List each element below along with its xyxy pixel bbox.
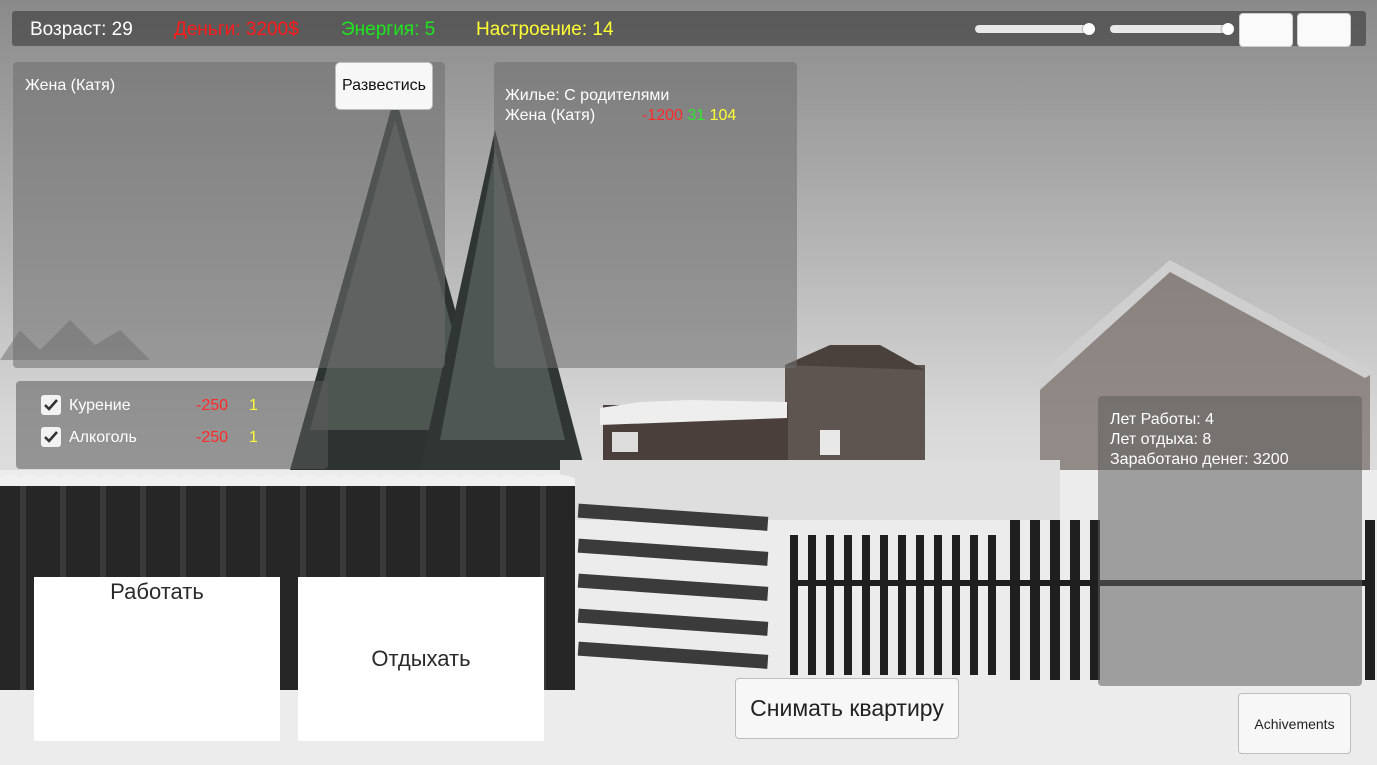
habits-panel: Курение -250 1 Алкоголь -250 1: [16, 381, 328, 469]
slider-knob[interactable]: [1222, 23, 1234, 35]
age-stat: Возраст: 29: [30, 19, 133, 40]
check-icon: [44, 431, 58, 443]
rest-button[interactable]: Отдыхать: [298, 577, 544, 741]
spouse-energy: 31: [687, 107, 706, 124]
relationship-panel: Жена (Катя) Развестись: [13, 62, 445, 368]
habit-mood: 1: [249, 429, 258, 446]
rest-years: Лет отдыха: 8: [1110, 431, 1212, 448]
check-icon: [44, 399, 58, 411]
spouse-expense-values: -1200 31 104: [642, 107, 736, 125]
money-earned: Заработано денег: 3200: [1110, 451, 1289, 468]
status-bar: Возраст: 29 Деньги: 3200$ Энергия: 5 Нас…: [12, 11, 1366, 47]
menu-button-1[interactable]: [1239, 13, 1293, 47]
expenses-panel: Жилье: С родителями Жена (Катя) -1200 31…: [494, 62, 797, 368]
career-stats-panel: Лет Работы: 4 Лет отдыха: 8 Заработано д…: [1098, 396, 1362, 686]
spouse-name: Жена (Катя): [25, 77, 116, 94]
work-button[interactable]: Работать: [34, 577, 280, 741]
volume-slider-1[interactable]: [975, 23, 1095, 35]
work-years: Лет Работы: 4: [1110, 411, 1215, 428]
mood-stat: Настроение: 14: [476, 19, 614, 40]
checkbox[interactable]: [41, 395, 61, 415]
spouse-cost: -1200: [642, 107, 683, 124]
spouse-mood: 104: [709, 107, 737, 124]
work-label: Работать: [110, 579, 204, 604]
achievements-button[interactable]: Achivements: [1238, 693, 1351, 754]
habit-cost: -250: [196, 429, 229, 446]
divorce-button[interactable]: Развестись: [335, 62, 433, 110]
slider-knob[interactable]: [1083, 23, 1095, 35]
volume-slider-2[interactable]: [1110, 23, 1234, 35]
habit-mood: 1: [249, 397, 258, 414]
spouse-expense-label: Жена (Катя): [505, 107, 596, 124]
checkbox[interactable]: [41, 427, 61, 447]
habit-label: Алкоголь: [69, 429, 137, 446]
menu-button-2[interactable]: [1297, 13, 1351, 47]
money-stat: Деньги: 3200$: [174, 19, 299, 40]
habit-label: Курение: [69, 397, 131, 414]
energy-stat: Энергия: 5: [341, 19, 436, 40]
housing-label: Жилье: С родителями: [505, 87, 670, 104]
rent-apartment-button[interactable]: Снимать квартиру: [735, 678, 959, 739]
habit-cost: -250: [196, 397, 229, 414]
